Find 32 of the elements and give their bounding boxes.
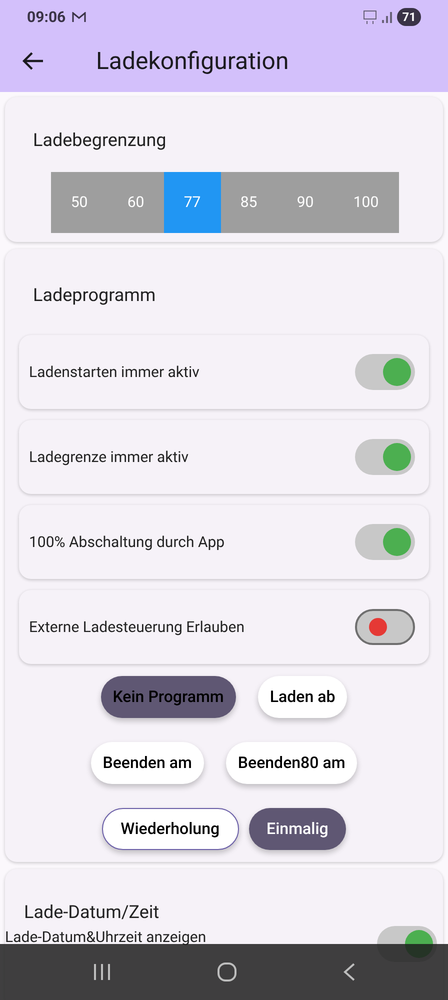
- limit-option[interactable]: 100: [334, 172, 398, 233]
- toggle-switch[interactable]: [355, 439, 415, 475]
- card-title: Ladebegrenzung: [33, 129, 168, 153]
- card-title: Ladeprogramm: [33, 284, 157, 308]
- signal-icon: [382, 11, 392, 23]
- setting-label: 100% Abschaltung durch App: [29, 532, 225, 553]
- toggle-switch[interactable]: [355, 609, 415, 645]
- page-title: Ladekonfiguration: [96, 46, 289, 77]
- back-icon[interactable]: [343, 963, 355, 981]
- battery-level: 71: [397, 8, 421, 26]
- card-title: Lade-Datum/Zeit: [24, 901, 160, 925]
- limit-option[interactable]: 85: [220, 172, 277, 233]
- home-icon[interactable]: [217, 962, 237, 982]
- mail-icon: [72, 12, 86, 22]
- limit-option[interactable]: 90: [277, 172, 334, 233]
- toggle-switch[interactable]: [355, 354, 415, 390]
- limit-option[interactable]: 77: [164, 172, 220, 233]
- setting-label: Ladenstarten immer aktiv: [29, 362, 200, 383]
- limit-option[interactable]: 60: [108, 172, 164, 233]
- program-chip[interactable]: Laden ab: [258, 676, 348, 718]
- toggle-switch[interactable]: [355, 524, 415, 560]
- status-time: 09:06: [27, 6, 66, 28]
- setting-label: Lade-Datum&Uhrzeit anzeigen: [5, 927, 206, 948]
- setting-label: Ladegrenze immer aktiv: [29, 446, 189, 468]
- setting-label: Externe Ladesteuerung Erlauben: [29, 616, 244, 638]
- limit-option[interactable]: 50: [51, 172, 108, 233]
- program-chip[interactable]: Kein Programm: [100, 676, 236, 718]
- program-chip[interactable]: Beenden80 am: [226, 742, 358, 784]
- recent-apps-icon[interactable]: [93, 964, 111, 980]
- program-chip[interactable]: Beenden am: [90, 742, 204, 784]
- mode-chip[interactable]: Einmalig: [248, 808, 346, 850]
- mode-chip[interactable]: Wiederholung: [102, 808, 239, 850]
